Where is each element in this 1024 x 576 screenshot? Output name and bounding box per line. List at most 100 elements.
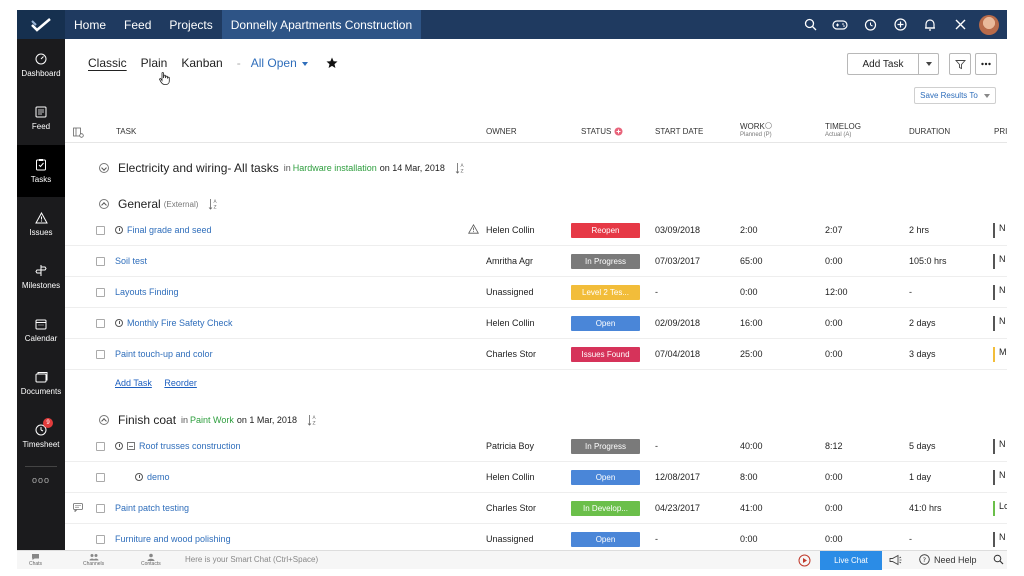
priority-cell[interactable]: N — [993, 532, 1007, 547]
status-badge[interactable]: Open — [571, 316, 640, 331]
app-logo-checkmark-icon[interactable] — [17, 10, 65, 39]
task-name-link[interactable]: Paint patch testing — [115, 503, 189, 513]
status-add-icon[interactable] — [614, 127, 623, 136]
play-record-icon[interactable] — [798, 554, 811, 567]
nav-current-project[interactable]: Donnelly Apartments Construction — [221, 10, 422, 39]
search-icon[interactable] — [993, 554, 1004, 565]
priority-cell[interactable]: N — [993, 223, 1007, 238]
table-row[interactable]: demo Helen Collin Open 12/08/2017 8:00 0… — [65, 462, 1007, 493]
status-badge[interactable]: Level 2 Tes... — [571, 285, 640, 300]
priority-cell[interactable]: N — [993, 285, 1007, 300]
search-icon[interactable] — [795, 10, 825, 39]
column-work[interactable]: WORK Planned (P) — [740, 122, 772, 138]
task-name-link[interactable]: Final grade and seed — [127, 225, 212, 235]
view-tab-classic[interactable]: Classic — [88, 56, 127, 70]
timer-icon[interactable] — [855, 10, 885, 39]
status-badge[interactable]: Issues Found — [571, 347, 640, 362]
nav-feed[interactable]: Feed — [115, 10, 160, 39]
gamepad-icon[interactable] — [825, 10, 855, 39]
sidebar-item-tasks[interactable]: Tasks — [17, 145, 65, 197]
collapse-toggle-icon[interactable] — [99, 415, 109, 425]
task-name-link[interactable]: Monthly Fire Safety Check — [127, 318, 233, 328]
view-tab-plain[interactable]: Plain — [141, 56, 168, 70]
sidebar-item-calendar[interactable]: Calendar — [17, 304, 65, 356]
table-row[interactable]: Furniture and wood polishing Unassigned … — [65, 524, 1007, 550]
column-status[interactable]: STATUS — [581, 127, 623, 136]
collapse-subtasks-icon[interactable] — [127, 442, 135, 450]
view-tab-kanban[interactable]: Kanban — [181, 56, 222, 70]
group-header-general[interactable]: General (External) AZ — [99, 197, 218, 211]
nav-home[interactable]: Home — [65, 10, 115, 39]
need-help-button[interactable]: ? Need Help — [919, 554, 977, 565]
nav-projects[interactable]: Projects — [160, 10, 221, 39]
task-checkbox[interactable] — [96, 257, 105, 266]
status-badge[interactable]: Open — [571, 532, 640, 547]
reorder-link[interactable]: Reorder — [164, 378, 197, 388]
sort-az-icon[interactable]: AZ — [455, 162, 465, 174]
task-name-link[interactable]: Layouts Finding — [115, 287, 179, 297]
add-circle-icon[interactable] — [885, 10, 915, 39]
live-chat-button[interactable]: Live Chat — [820, 551, 882, 570]
filter-dropdown[interactable]: All Open — [251, 56, 308, 70]
task-checkbox[interactable] — [96, 350, 105, 359]
table-row[interactable]: Monthly Fire Safety Check Helen Collin O… — [65, 308, 1007, 339]
column-task[interactable]: TASK — [116, 127, 136, 136]
bell-icon[interactable] — [915, 10, 945, 39]
task-checkbox[interactable] — [96, 535, 105, 544]
task-checkbox[interactable] — [96, 226, 105, 235]
sidebar-item-documents[interactable]: Documents — [17, 357, 65, 409]
table-row[interactable]: Layouts Finding Unassigned Level 2 Tes..… — [65, 277, 1007, 308]
table-row[interactable]: Paint touch-up and color Charles Stor Is… — [65, 339, 1007, 370]
group-tasklist-link[interactable]: Hardware installation — [293, 163, 377, 173]
status-badge[interactable]: In Develop... — [571, 501, 640, 516]
group-header-electricity[interactable]: Electricity and wiring- All tasks in Har… — [99, 161, 465, 175]
task-name-link[interactable]: Furniture and wood polishing — [115, 534, 231, 544]
priority-cell[interactable]: N — [993, 316, 1007, 331]
status-badge[interactable]: Reopen — [571, 223, 640, 238]
task-name-link[interactable]: Paint touch-up and color — [115, 349, 213, 359]
star-icon[interactable] — [326, 57, 338, 69]
filter-button[interactable] — [949, 53, 971, 75]
chats-button[interactable]: Chats — [29, 553, 42, 567]
priority-cell[interactable]: N — [993, 254, 1007, 269]
user-avatar[interactable] — [979, 14, 999, 35]
add-task-link[interactable]: Add Task — [115, 378, 152, 388]
priority-cell[interactable]: M — [993, 347, 1007, 362]
comment-icon[interactable] — [73, 503, 83, 512]
table-row[interactable]: Final grade and seed Helen Collin Reopen… — [65, 215, 1007, 246]
column-start-date[interactable]: START DATE — [655, 127, 703, 136]
group-header-finish-coat[interactable]: Finish coat in Paint Work on 1 Mar, 2018… — [99, 413, 317, 427]
column-settings-icon[interactable] — [73, 127, 84, 138]
task-name-link[interactable]: demo — [147, 472, 170, 482]
column-duration[interactable]: DURATION — [909, 127, 950, 136]
task-checkbox[interactable] — [96, 504, 105, 513]
save-results-dropdown[interactable]: Save Results To — [914, 87, 996, 104]
tools-icon[interactable] — [945, 10, 975, 39]
status-badge[interactable]: In Progress — [571, 439, 640, 454]
table-row[interactable]: Soil test Amritha Agr In Progress 07/03/… — [65, 246, 1007, 277]
smart-chat-input[interactable]: Here is your Smart Chat (Ctrl+Space) — [185, 555, 318, 564]
collapse-toggle-icon[interactable] — [99, 199, 109, 209]
group-tasklist-link[interactable]: Paint Work — [190, 415, 234, 425]
priority-cell[interactable]: N — [993, 439, 1007, 454]
column-owner[interactable]: OWNER — [486, 127, 517, 136]
sort-az-icon[interactable]: AZ — [208, 198, 218, 210]
sort-az-icon[interactable]: AZ — [307, 414, 317, 426]
status-badge[interactable]: In Progress — [571, 254, 640, 269]
add-task-button[interactable]: Add Task — [847, 53, 939, 75]
task-checkbox[interactable] — [96, 319, 105, 328]
megaphone-icon[interactable] — [889, 554, 902, 566]
sidebar-item-milestones[interactable]: Milestones — [17, 251, 65, 303]
priority-cell[interactable]: N — [993, 470, 1007, 485]
channels-button[interactable]: Channels — [83, 553, 104, 567]
priority-cell[interactable]: Lc — [993, 501, 1007, 516]
sidebar-item-issues[interactable]: Issues — [17, 198, 65, 250]
status-badge[interactable]: Open — [571, 470, 640, 485]
task-name-link[interactable]: Soil test — [115, 256, 147, 266]
task-name-link[interactable]: Roof trusses construction — [139, 441, 241, 451]
column-timelog[interactable]: TIMELOG Actual (A) — [825, 122, 861, 138]
sidebar-item-dashboard[interactable]: Dashboard — [17, 39, 65, 91]
task-checkbox[interactable] — [96, 473, 105, 482]
column-priority[interactable]: PRI — [994, 127, 1007, 136]
sidebar-more-button[interactable]: ooo — [17, 454, 65, 506]
